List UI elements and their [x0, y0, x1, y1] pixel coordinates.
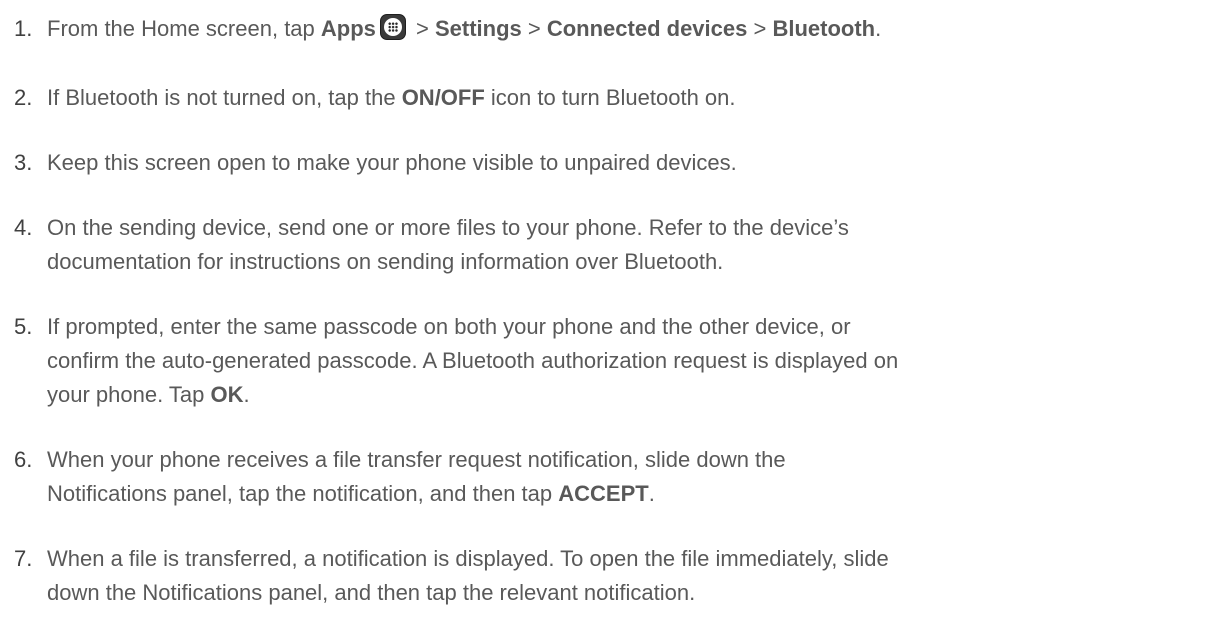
step-number: 7.	[14, 546, 33, 571]
text-run: If Bluetooth is not turned on, tap the	[47, 85, 402, 110]
text-run: .	[648, 481, 655, 506]
text-run: >	[747, 16, 773, 41]
text-run: your phone. Tap	[47, 382, 211, 407]
step-number: 2.	[14, 85, 33, 110]
bold-term-ok: OK	[210, 382, 244, 407]
step-number: 4.	[14, 215, 33, 240]
bold-term-connected-devices: Connected devices	[546, 16, 748, 41]
step-number: 3.	[14, 150, 33, 175]
bold-term-bluetooth: Bluetooth	[772, 16, 876, 41]
text-run: icon to turn Bluetooth on.	[484, 85, 736, 110]
apps-grid-icon	[379, 14, 406, 40]
text-line: If prompted, enter the same passcode on …	[47, 314, 851, 339]
text-run: Notifications panel, tap the notificatio…	[47, 481, 559, 506]
text-line: When your phone receives a file transfer…	[47, 447, 786, 472]
bold-term-on-off: ON/OFF	[401, 85, 485, 110]
step-text: From the Home screen, tap Apps > Setting…	[47, 12, 1197, 46]
text-run: >	[521, 16, 547, 41]
step-text: If prompted, enter the same passcode on …	[47, 310, 1197, 412]
step-text: When your phone receives a file transfer…	[47, 443, 1197, 511]
text-line: confirm the auto-generated passcode. A B…	[47, 348, 899, 373]
text-line: down the Notifications panel, and then t…	[47, 580, 696, 605]
text-run: From the Home screen, tap	[47, 16, 321, 41]
text-line: documentation for instructions on sendin…	[47, 249, 724, 274]
step-number: 1.	[14, 16, 33, 41]
text-line: On the sending device, send one or more …	[47, 215, 849, 240]
step-number: 5.	[14, 314, 33, 339]
text-run: >	[409, 16, 435, 41]
step-text: Keep this screen open to make your phone…	[47, 150, 737, 175]
bold-term-accept: ACCEPT	[558, 481, 649, 506]
text-run: .	[875, 16, 882, 41]
text-run: .	[243, 382, 250, 407]
bold-term-apps: Apps	[320, 16, 376, 41]
step-number: 6.	[14, 447, 33, 472]
step-text: When a file is transferred, a notificati…	[47, 542, 1197, 610]
text-line: When a file is transferred, a notificati…	[47, 546, 889, 571]
bold-term-settings: Settings	[434, 16, 522, 41]
step-text: If Bluetooth is not turned on, tap the O…	[47, 81, 1197, 115]
step-text: On the sending device, send one or more …	[47, 211, 1197, 279]
